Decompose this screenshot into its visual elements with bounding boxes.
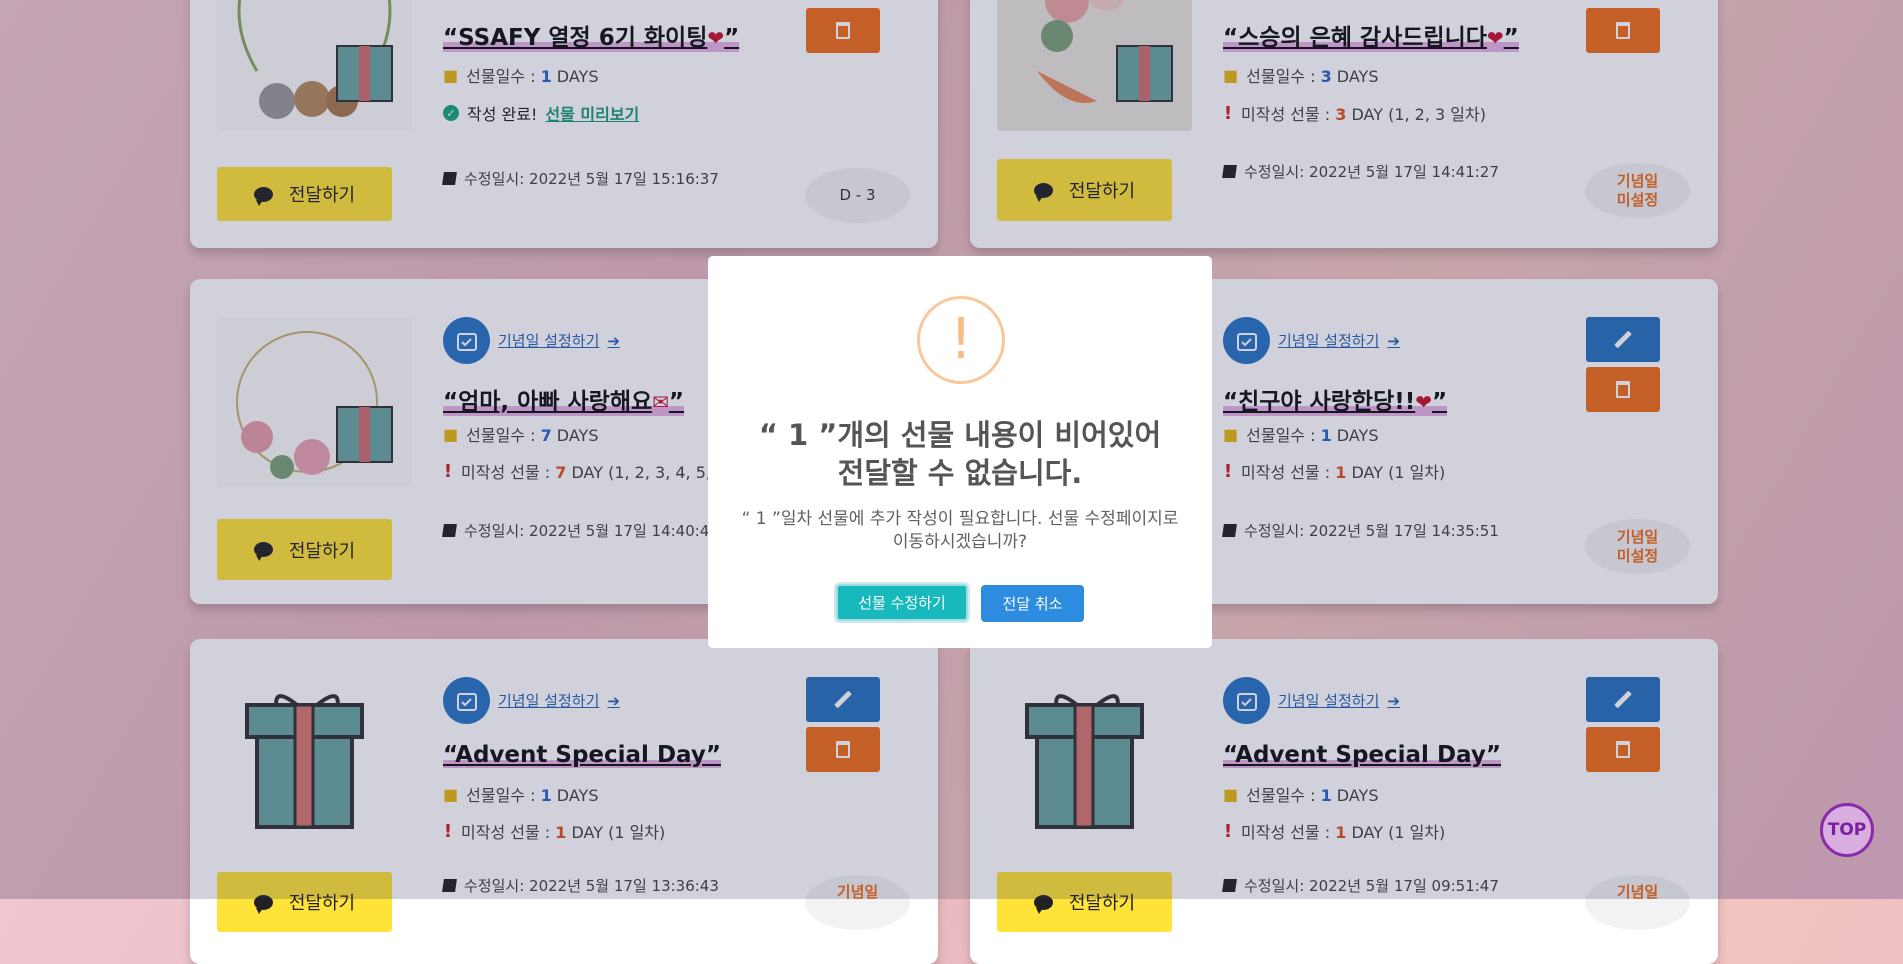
cancel-send-button[interactable]: 전달 취소 [981,585,1084,622]
dialog-message: “ 1 ”일차 선물에 추가 작성이 필요합니다. 선물 수정페이지로 이동하시… [741,509,1179,552]
alert-dialog: ! “ 1 ”개의 선물 내용이 비어있어 전달할 수 없습니다. “ 1 ”일차… [708,256,1212,648]
edit-gift-button[interactable]: 선물 수정하기 [836,584,968,621]
dialog-title: “ 1 ”개의 선물 내용이 비어있어 전달할 수 없습니다. [758,418,1162,490]
scroll-top-button[interactable]: TOP [1820,803,1874,857]
warning-icon: ! [917,296,1005,384]
